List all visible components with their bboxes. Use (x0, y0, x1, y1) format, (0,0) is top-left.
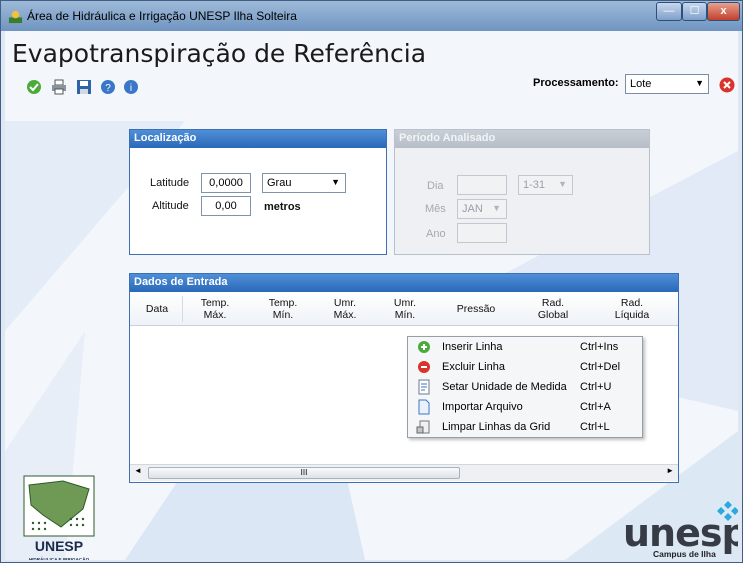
chevron-down-icon: ▼ (558, 179, 567, 189)
clear-icon (416, 420, 430, 434)
horizontal-scrollbar[interactable]: ◄ III ► (130, 464, 678, 481)
menu-item-limpar-linhas[interactable]: Limpar Linhas da Grid Ctrl+L (408, 417, 642, 437)
print-icon[interactable] (51, 79, 67, 95)
latitude-unit-value: Grau (267, 177, 292, 189)
unesp-hidraulica-logo: UNESP HIDRÁULICA E IRRIGAÇÃO ILHA SOLTEI… (23, 475, 95, 560)
mes-label: Mês (425, 203, 446, 215)
save-icon[interactable] (76, 79, 92, 95)
svg-text:HIDRÁULICA E IRRIGAÇÃO: HIDRÁULICA E IRRIGAÇÃO (29, 556, 90, 560)
altitude-label: Altitude (152, 200, 189, 212)
page-title: Evapotranspiração de Referência (12, 39, 427, 68)
unesp-logo-mark (717, 501, 738, 521)
app-icon (8, 10, 23, 24)
maximize-button[interactable]: ☐ (682, 2, 707, 21)
mes-select[interactable]: JAN ▼ (457, 199, 507, 219)
latitude-unit-select[interactable]: Grau ▼ (262, 173, 346, 193)
svg-text:?: ? (105, 83, 111, 94)
altitude-input[interactable]: 0,00 (201, 196, 251, 216)
chevron-down-icon: ▼ (695, 78, 704, 88)
dia-label: Dia (427, 180, 444, 192)
help-icon[interactable]: ? (100, 79, 116, 95)
periodo-panel: Período Analisado Dia 1-31 ▼ Mês JAN ▼ A… (394, 129, 650, 255)
mes-value: JAN (462, 203, 483, 215)
dia-input[interactable] (457, 175, 507, 195)
col-umr-min[interactable]: Umr. Mín. (380, 292, 430, 326)
info-icon[interactable]: i (123, 79, 139, 95)
menu-item-importar-arquivo[interactable]: Importar Arquivo Ctrl+A (408, 397, 642, 417)
ano-label: Ano (426, 228, 446, 240)
context-menu: Inserir Linha Ctrl+Ins Excluir Linha Ctr… (407, 336, 643, 438)
col-temp-max[interactable]: Temp. Máx. (190, 292, 240, 326)
app-window: Área de Hidráulica e Irrigação UNESP Ilh… (0, 0, 743, 563)
remove-icon (418, 361, 430, 373)
localizacao-title: Localização (130, 130, 386, 148)
title-bar[interactable]: Área de Hidráulica e Irrigação UNESP Ilh… (1, 1, 742, 31)
processamento-label: Processamento: (533, 77, 619, 89)
col-data[interactable]: Data (136, 292, 178, 326)
chevron-down-icon: ▼ (492, 203, 501, 213)
scroll-left-icon[interactable]: ◄ (134, 466, 142, 475)
col-umr-max[interactable]: Umr. Máx. (320, 292, 370, 326)
col-rad-liquida[interactable]: Rad. Líquida (600, 292, 664, 326)
menu-item-setar-unidade[interactable]: Setar Unidade de Medida Ctrl+U (408, 377, 642, 397)
latitude-input[interactable]: 0,0000 (201, 173, 251, 193)
col-temp-min[interactable]: Temp. Mín. (258, 292, 308, 326)
dia-range-select[interactable]: 1-31 ▼ (518, 175, 573, 195)
campus-label: Campus de Ilha Solteira (653, 549, 716, 560)
svg-text:i: i (130, 83, 132, 94)
close-window-button[interactable]: x (707, 2, 740, 21)
check-icon[interactable] (26, 79, 42, 95)
scroll-thumb[interactable]: III (148, 467, 460, 479)
col-rad-global[interactable]: Rad. Global (525, 292, 581, 326)
ano-input[interactable] (457, 223, 507, 243)
chevron-down-icon: ▼ (331, 177, 340, 187)
window-title: Área de Hidráulica e Irrigação UNESP Ilh… (27, 9, 297, 23)
file-icon (418, 399, 430, 415)
processamento-select[interactable]: Lote ▼ (625, 74, 709, 94)
periodo-title: Período Analisado (395, 130, 649, 148)
latitude-label: Latitude (150, 177, 190, 189)
svg-text:UNESP: UNESP (35, 538, 83, 554)
processamento-value: Lote (630, 78, 652, 90)
scroll-right-icon[interactable]: ► (666, 466, 674, 475)
localizacao-panel: Localização Latitude 0,0000 Grau ▼ Altit… (129, 129, 387, 255)
unit-icon (418, 379, 430, 395)
main-area: Evapotranspiração de Referência ? i Proc… (5, 31, 738, 560)
add-icon (418, 341, 430, 353)
grid-header: Data Temp. Máx. Temp. Mín. Umr. Máx. Umr. Mí… (130, 292, 678, 326)
menu-item-inserir-linha[interactable]: Inserir Linha Ctrl+Ins (408, 337, 642, 357)
col-pressao[interactable]: Pressão (448, 292, 504, 326)
minimize-button[interactable]: — (656, 2, 682, 21)
close-icon[interactable] (719, 77, 735, 93)
altitude-unit: metros (264, 201, 301, 213)
dados-title: Dados de Entrada (130, 274, 678, 292)
menu-item-excluir-linha[interactable]: Excluir Linha Ctrl+Del (408, 357, 642, 377)
dia-range-value: 1-31 (523, 179, 546, 191)
